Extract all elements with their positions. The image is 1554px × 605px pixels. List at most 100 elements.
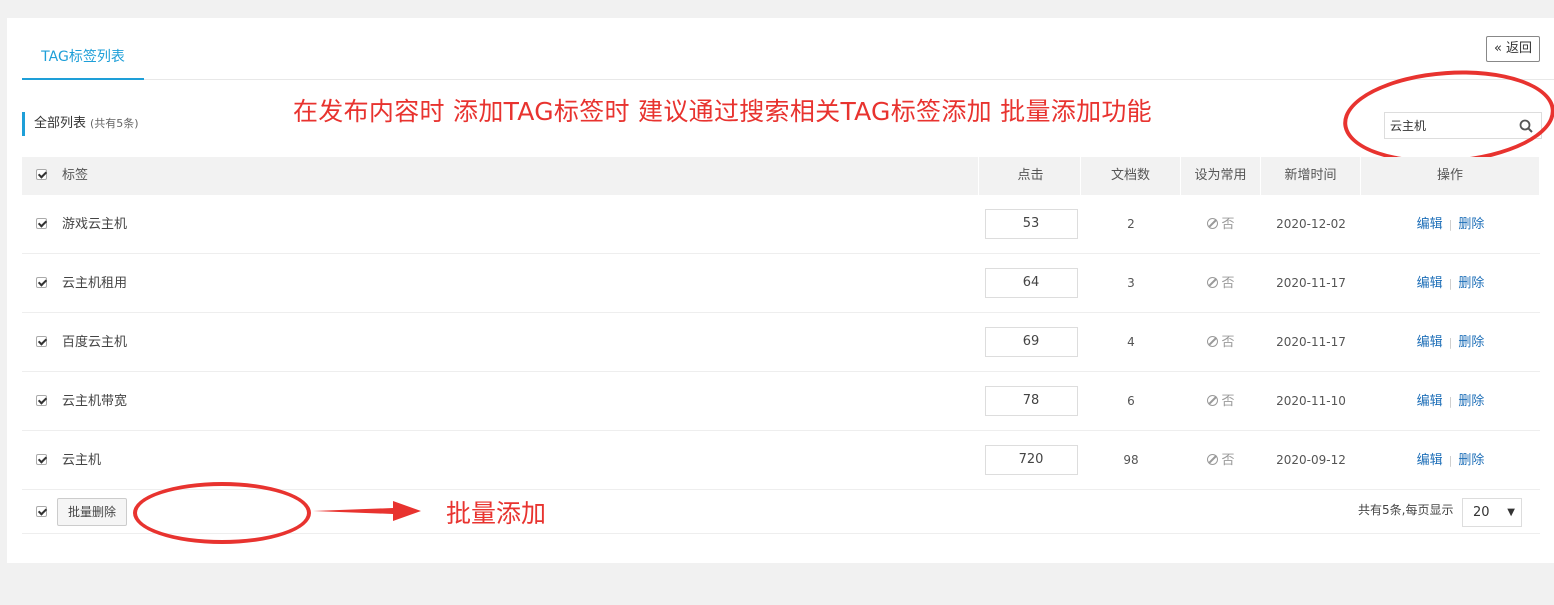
row-ops: 编辑 | 删除 <box>1361 313 1540 372</box>
row-common[interactable]: 否 <box>1181 313 1261 372</box>
row-date-value: 2020-11-17 <box>1276 276 1346 290</box>
row-click-cell: 720 <box>981 431 1081 490</box>
row-ops: 编辑 | 删除 <box>1361 195 1540 254</box>
table-row: 云主机租用 64 3 否 2020-11-17 编辑 | 删除 <box>22 254 1540 313</box>
annotation-top: 在发布内容时 添加TAG标签时 建议通过搜索相关TAG标签添加 批量添加功能 <box>293 97 1152 126</box>
table-row: 云主机带宽 78 6 否 2020-11-10 编辑 | 删除 <box>22 372 1540 431</box>
select-all-checkbox[interactable] <box>36 169 47 180</box>
row-date-value: 2020-11-17 <box>1276 335 1346 349</box>
ban-icon <box>1207 395 1219 406</box>
row-click-cell: 69 <box>981 313 1081 372</box>
chevron-down-icon: ▼ <box>1507 507 1515 518</box>
row-checkbox[interactable] <box>36 454 47 465</box>
row-tag: 云主机带宽 <box>62 394 128 409</box>
row-date: 2020-12-02 <box>1261 195 1361 254</box>
ban-icon <box>1207 218 1219 229</box>
row-docs-value: 2 <box>1127 217 1135 231</box>
row-common-value: 否 <box>1221 394 1235 409</box>
row-common-value: 否 <box>1221 217 1235 232</box>
annotation-circle-batch <box>133 482 311 544</box>
tab-bar: TAG标签列表 « 返回 <box>22 18 1554 80</box>
header-ops: 操作 <box>1361 157 1540 195</box>
header-tag: 标签 <box>62 157 979 195</box>
click-count-input[interactable]: 720 <box>984 444 1078 475</box>
row-docs: 2 <box>1081 195 1181 254</box>
list-title-text: 全部列表 <box>34 116 87 131</box>
table-header: 标签 点击 文档数 设为常用 新增时间 操作 <box>22 157 1540 195</box>
delete-link[interactable]: 删除 <box>1458 335 1484 350</box>
header-date: 新增时间 <box>1261 157 1361 195</box>
row-common-value: 否 <box>1221 276 1235 291</box>
tag-table: 标签 点击 文档数 设为常用 新增时间 操作 游戏云主机 53 2 否 2020-12-… <box>22 157 1540 534</box>
row-click-cell: 78 <box>981 372 1081 431</box>
delete-link[interactable]: 删除 <box>1458 453 1484 468</box>
edit-link[interactable]: 编辑 <box>1417 276 1443 291</box>
header-docs: 文档数 <box>1081 157 1181 195</box>
row-docs: 6 <box>1081 372 1181 431</box>
ban-icon <box>1207 454 1219 465</box>
list-title: 全部列表 (共有5条) <box>22 112 139 136</box>
back-button[interactable]: « 返回 <box>1486 36 1540 62</box>
ops-separator: | <box>1448 454 1453 467</box>
click-count-input[interactable]: 64 <box>984 267 1078 298</box>
page-size-value: 20 <box>1473 505 1490 520</box>
delete-link[interactable]: 删除 <box>1458 394 1484 409</box>
row-date-value: 2020-09-12 <box>1276 453 1346 467</box>
row-tag: 百度云主机 <box>62 335 128 350</box>
row-checkbox[interactable] <box>36 277 47 288</box>
header-click: 点击 <box>981 157 1081 195</box>
row-common[interactable]: 否 <box>1181 431 1261 490</box>
row-checkbox[interactable] <box>36 336 47 347</box>
ban-icon <box>1207 277 1219 288</box>
annotation-bottom: 批量添加 <box>446 499 547 528</box>
row-docs: 98 <box>1081 431 1181 490</box>
row-date: 2020-09-12 <box>1261 431 1361 490</box>
list-count: (共有5条) <box>90 117 139 130</box>
click-count-input[interactable]: 53 <box>984 208 1078 239</box>
row-docs-value: 4 <box>1127 335 1135 349</box>
row-docs: 3 <box>1081 254 1181 313</box>
header-common: 设为常用 <box>1181 157 1261 195</box>
click-count-input[interactable]: 69 <box>984 326 1078 357</box>
click-count-input[interactable]: 78 <box>984 385 1078 416</box>
row-ops: 编辑 | 删除 <box>1361 372 1540 431</box>
row-common-value: 否 <box>1221 453 1235 468</box>
ops-separator: | <box>1448 336 1453 349</box>
delete-link[interactable]: 删除 <box>1458 276 1484 291</box>
table-row: 百度云主机 69 4 否 2020-11-17 编辑 | 删除 <box>22 313 1540 372</box>
ops-separator: | <box>1448 277 1453 290</box>
row-click-cell: 64 <box>981 254 1081 313</box>
row-date: 2020-11-10 <box>1261 372 1361 431</box>
page-size-select[interactable]: 20 ▼ <box>1462 498 1522 527</box>
footer-select-all-checkbox[interactable] <box>36 506 47 517</box>
row-tag: 游戏云主机 <box>62 217 128 232</box>
table-row: 游戏云主机 53 2 否 2020-12-02 编辑 | 删除 <box>22 195 1540 254</box>
row-common[interactable]: 否 <box>1181 195 1261 254</box>
ops-separator: | <box>1448 218 1453 231</box>
row-checkbox[interactable] <box>36 218 47 229</box>
batch-delete-button[interactable]: 批量删除 <box>57 498 127 526</box>
delete-link[interactable]: 删除 <box>1458 217 1484 232</box>
annotation-arrow <box>313 501 421 521</box>
row-date: 2020-11-17 <box>1261 254 1361 313</box>
pager-text: 共有5条,每页显示 <box>1358 503 1454 517</box>
row-click-cell: 53 <box>981 195 1081 254</box>
row-common[interactable]: 否 <box>1181 254 1261 313</box>
row-tag: 云主机 <box>62 453 102 468</box>
row-tag: 云主机租用 <box>62 276 128 291</box>
edit-link[interactable]: 编辑 <box>1417 217 1443 232</box>
row-date-value: 2020-11-10 <box>1276 394 1346 408</box>
row-common[interactable]: 否 <box>1181 372 1261 431</box>
row-docs-value: 6 <box>1127 394 1135 408</box>
tab-tag-list[interactable]: TAG标签列表 <box>22 18 144 80</box>
ops-separator: | <box>1448 395 1453 408</box>
ban-icon <box>1207 336 1219 347</box>
edit-link[interactable]: 编辑 <box>1417 335 1443 350</box>
row-docs: 4 <box>1081 313 1181 372</box>
edit-link[interactable]: 编辑 <box>1417 394 1443 409</box>
edit-link[interactable]: 编辑 <box>1417 453 1443 468</box>
row-ops: 编辑 | 删除 <box>1361 254 1540 313</box>
row-date: 2020-11-17 <box>1261 313 1361 372</box>
row-checkbox[interactable] <box>36 395 47 406</box>
table-row: 云主机 720 98 否 2020-09-12 编辑 | 删除 <box>22 431 1540 490</box>
